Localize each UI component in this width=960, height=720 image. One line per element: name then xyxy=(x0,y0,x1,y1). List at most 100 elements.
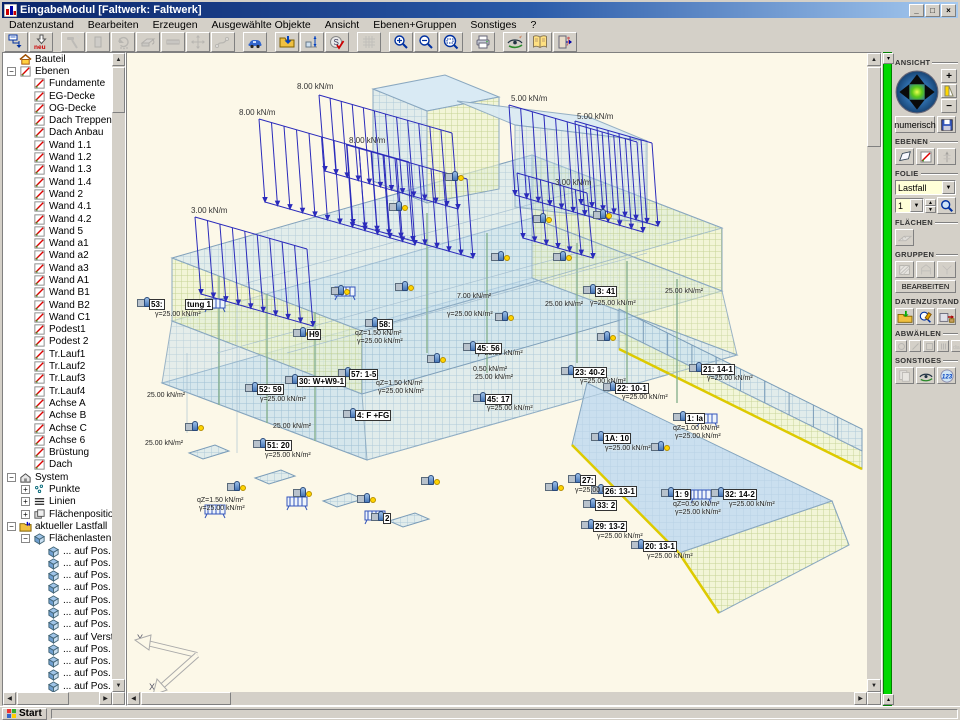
position-tag[interactable]: tung 1 xyxy=(185,299,213,310)
decke-button[interactable] xyxy=(136,32,160,52)
folie-search-button[interactable] xyxy=(937,197,956,214)
tree-item-dach[interactable]: Dach xyxy=(3,459,112,471)
polylinie-button[interactable] xyxy=(211,32,235,52)
platte-button[interactable] xyxy=(86,32,110,52)
save-view-button[interactable] xyxy=(937,116,956,133)
load-marker-icon[interactable] xyxy=(293,487,311,499)
tree-item-flächenlasten[interactable]: −Flächenlasten xyxy=(3,533,112,545)
tree-item-fundamente[interactable]: Fundamente xyxy=(3,78,112,90)
hilfe-button[interactable] xyxy=(528,32,552,52)
drucken-button[interactable] xyxy=(471,32,495,52)
scroll-right-icon[interactable]: ▶ xyxy=(99,692,112,705)
tree-item-...-auf-pos.-7[interactable]: ... auf Pos. 7 xyxy=(3,594,112,606)
zoom-out-button[interactable] xyxy=(414,32,438,52)
tree-item-podest-2[interactable]: Podest 2 xyxy=(3,336,112,348)
position-tag[interactable]: 45: 17 xyxy=(485,394,512,405)
tree-item-tr.lauf3[interactable]: Tr.Lauf3 xyxy=(3,373,112,385)
kopieren-button[interactable] xyxy=(895,367,914,384)
collapse-icon[interactable]: − xyxy=(7,473,16,482)
canvas-hscroll-thumb[interactable] xyxy=(141,692,231,705)
menu-item-ansicht[interactable]: Ansicht xyxy=(318,19,366,31)
bemessungsstreifen-button[interactable] xyxy=(161,32,185,52)
position-tag[interactable]: 30: W+W9-1 xyxy=(297,376,346,387)
load-marker-icon[interactable] xyxy=(597,331,615,343)
position-tag[interactable]: 22: 10-1 xyxy=(615,383,649,394)
position-tag[interactable]: 57: 1-5 xyxy=(349,369,378,380)
tree-item-wand-1.3[interactable]: Wand 1.3 xyxy=(3,164,112,176)
position-tag[interactable]: 21: 14-1 xyxy=(701,364,735,375)
daten-export-button[interactable] xyxy=(937,308,956,325)
tree-item-...-auf-pos.-8[interactable]: ... auf Pos. 8 xyxy=(3,643,112,655)
tree-vscrollbar[interactable]: ▲ ▼ xyxy=(112,53,125,692)
position-tag[interactable]: 45: 56 xyxy=(475,343,502,354)
tree-item-tr.lauf1[interactable]: Tr.Lauf1 xyxy=(3,348,112,360)
tree-item-wand-4.2[interactable]: Wand 4.2 xyxy=(3,213,112,225)
scroll-left-icon[interactable]: ◀ xyxy=(3,692,16,705)
position-tag[interactable]: 52: 59 xyxy=(257,384,284,395)
position-tag[interactable]: H9 xyxy=(307,329,321,340)
tree-item-flächenpositione[interactable]: +Flächenpositione xyxy=(3,508,112,520)
abwahl-linie-button[interactable] xyxy=(909,340,921,352)
gruppe-fork-button[interactable] xyxy=(937,261,956,278)
neu-button[interactable]: neu xyxy=(29,32,53,52)
bemassung-button[interactable] xyxy=(300,32,324,52)
folie-number-select[interactable]: 1 ▼ xyxy=(895,198,924,213)
position-tag[interactable]: 53: xyxy=(149,299,165,310)
load-marker-icon[interactable] xyxy=(651,441,669,453)
gruppe-frame-button[interactable] xyxy=(916,261,935,278)
folie-spinner[interactable]: ▲ ▼ xyxy=(925,199,936,213)
load-marker-icon[interactable] xyxy=(533,213,551,225)
darstellung-button[interactable] xyxy=(916,367,935,384)
zoom-out-button[interactable]: − xyxy=(941,99,957,113)
ebene-edit-button[interactable] xyxy=(916,148,935,165)
scroll-down-icon[interactable]: ▼ xyxy=(867,679,881,692)
start-button[interactable]: Start xyxy=(2,708,47,720)
tree-item-wand-5[interactable]: Wand 5 xyxy=(3,225,112,237)
tree-item-punkte[interactable]: +Punkte xyxy=(3,483,112,495)
position-tag[interactable]: 20: 13-1 xyxy=(643,541,677,552)
load-marker-icon[interactable] xyxy=(357,493,375,505)
tree-item-...-auf-pos.-4[interactable]: ... auf Pos. 4 xyxy=(3,557,112,569)
tree-item-wand-1.4[interactable]: Wand 1.4 xyxy=(3,176,112,188)
ebene-polygon-button[interactable] xyxy=(895,148,914,165)
tree-item-wand-b2[interactable]: Wand B2 xyxy=(3,299,112,311)
numerisch-button[interactable]: numerisch xyxy=(895,116,935,133)
load-marker-icon[interactable] xyxy=(185,421,203,433)
werkzeug-button[interactable] xyxy=(61,32,85,52)
spin-down-icon[interactable]: ▼ xyxy=(925,206,936,213)
flaechen-button[interactable] xyxy=(895,229,914,246)
tree-item-wand-4.1[interactable]: Wand 4.1 xyxy=(3,201,112,213)
gruppe-hatch-button[interactable] xyxy=(895,261,914,278)
tree-item-system[interactable]: −System xyxy=(3,471,112,483)
position-tag[interactable]: 23: 40-2 xyxy=(573,367,607,378)
load-marker-icon[interactable] xyxy=(553,251,571,263)
chevron-down-icon[interactable]: ▼ xyxy=(942,181,955,194)
load-marker-icon[interactable] xyxy=(331,285,349,297)
load-marker-icon[interactable] xyxy=(545,481,563,493)
panel-splitter[interactable]: ▾ ▴ xyxy=(883,52,892,706)
abwahl-punkt-button[interactable] xyxy=(895,340,907,352)
expand-icon[interactable]: + xyxy=(21,510,30,519)
projekt-laden-button[interactable] xyxy=(275,32,299,52)
spin-up-icon[interactable]: ▲ xyxy=(925,199,936,206)
tree-item-wand-b1[interactable]: Wand B1 xyxy=(3,287,112,299)
tree-item-wand-a3[interactable]: Wand a3 xyxy=(3,262,112,274)
abwahl-flaeche-button[interactable] xyxy=(923,340,935,352)
folie-select[interactable]: Lastfall ▼ xyxy=(895,180,956,195)
scroll-down-icon[interactable]: ▼ xyxy=(112,679,125,692)
tree-item-wand-a1[interactable]: Wand a1 xyxy=(3,237,112,249)
tree-item-...-auf-verst[interactable]: ... auf Verst xyxy=(3,631,112,643)
tree-item-bauteil[interactable]: Bauteil xyxy=(3,53,112,65)
tree-item-aktueller-lastfall[interactable]: −aktueller Lastfall xyxy=(3,520,112,532)
load-marker-icon[interactable] xyxy=(389,201,407,213)
tree-item-dach-treppenha[interactable]: Dach Treppenha xyxy=(3,114,112,126)
tree-item-wand-a2[interactable]: Wand a2 xyxy=(3,250,112,262)
tree-item-...-auf-pos.-6[interactable]: ... auf Pos. 6 xyxy=(3,582,112,594)
load-marker-icon[interactable] xyxy=(427,353,445,365)
load-marker-icon[interactable] xyxy=(421,475,439,487)
tree-item-wand-1.1[interactable]: Wand 1.1 xyxy=(3,139,112,151)
tree-item-achse-b[interactable]: Achse B xyxy=(3,410,112,422)
load-marker-icon[interactable] xyxy=(491,251,509,263)
zoom-in-button[interactable] xyxy=(389,32,413,52)
tree-item-achse-6[interactable]: Achse 6 xyxy=(3,434,112,446)
